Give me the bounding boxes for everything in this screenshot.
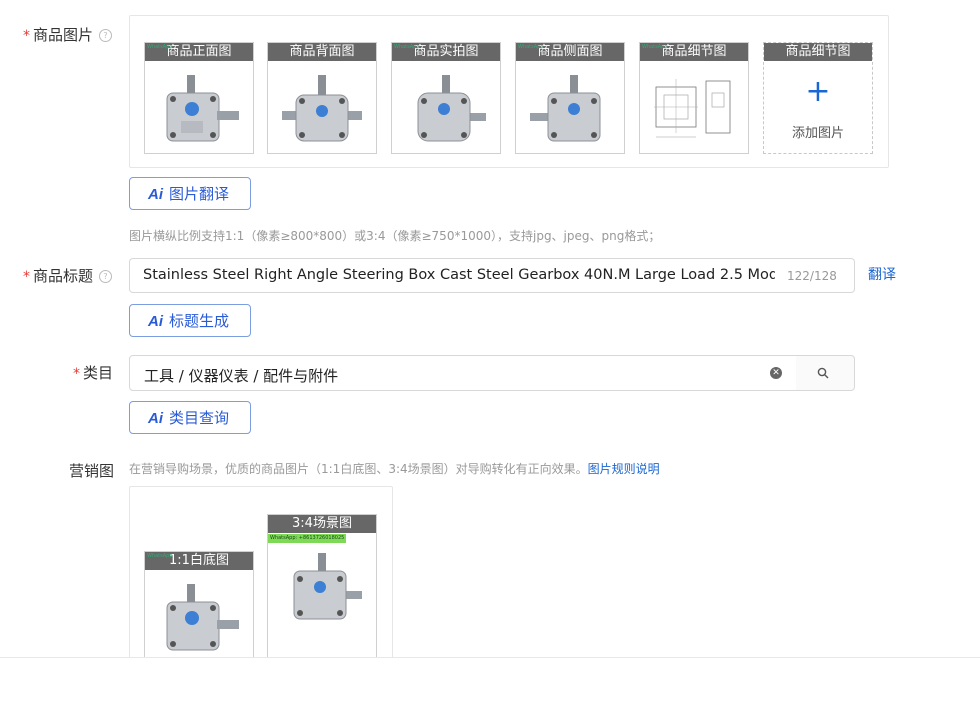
ai-icon: Ai — [148, 313, 163, 330]
bottom-panel — [0, 657, 980, 722]
image-translate-button[interactable]: Ai 图片翻译 — [129, 177, 251, 210]
title-generate-button[interactable]: Ai 标题生成 — [129, 304, 251, 337]
add-image-button[interactable]: 商品细节图 + 添加图片 — [763, 42, 873, 154]
category-query-button[interactable]: Ai 类目查询 — [129, 401, 251, 434]
category-select[interactable]: 工具 / 仪器仪表 / 配件与附件 ✕ — [129, 355, 797, 391]
marketing-images-label: 营销图 — [69, 462, 115, 480]
title-input-value[interactable]: Stainless Steel Right Angle Steering Box… — [143, 267, 775, 283]
gearbox-image — [293, 553, 362, 620]
product-image-tile[interactable]: WhatsApp 商品细节图 — [639, 42, 749, 154]
title-input[interactable]: Stainless Steel Right Angle Steering Box… — [129, 258, 855, 293]
marketing-image-tile-portrait[interactable]: 3:4场景图 WhatsApp: +8613726018025 — [267, 514, 377, 673]
product-image-tile[interactable]: WhatsApp 商品实拍图 — [391, 42, 501, 154]
search-icon — [817, 367, 829, 379]
product-image-tile[interactable]: WhatsApp 商品正面图 — [144, 42, 254, 154]
category-label: * 类目 — [73, 364, 114, 382]
marketing-image-tile-square[interactable]: WhatsApp 1:1白底图 — [144, 551, 254, 673]
plus-icon: + — [805, 74, 831, 109]
help-icon[interactable]: ? — [99, 270, 113, 283]
product-images-label: * 商品图片? — [23, 24, 113, 45]
category-search-button[interactable] — [796, 355, 855, 391]
image-requirements-hint: 图片横纵比例支持1:1（像素≥800*800）或3:4（像素≥750*1000）… — [129, 229, 661, 243]
gearbox-image — [166, 584, 239, 651]
clear-icon[interactable]: ✕ — [770, 367, 782, 379]
gearbox-image — [282, 75, 362, 142]
gearbox-image — [417, 75, 486, 142]
gearbox-image — [166, 75, 239, 142]
product-images-panel: WhatsApp 商品正面图 商品背面图 WhatsApp 商品实拍图 What… — [129, 15, 889, 168]
title-label: * 商品标题? — [23, 265, 113, 286]
ai-icon: Ai — [148, 186, 163, 203]
product-image-tile[interactable]: 商品背面图 — [267, 42, 377, 154]
help-icon[interactable]: ? — [99, 29, 113, 42]
image-rules-link[interactable]: 图片规则说明 — [588, 462, 660, 476]
whatsapp-banner: WhatsApp: +8613726018025 — [268, 534, 346, 543]
technical-drawing-image — [654, 79, 731, 138]
marketing-hint: 在营销导购场景，优质的商品图片（1:1白底图、3:4场景图）对导购转化有正向效果… — [129, 462, 660, 476]
gearbox-image — [530, 75, 601, 142]
ai-icon: Ai — [148, 410, 163, 427]
product-image-tile[interactable]: WhatsApp 商品侧面图 — [515, 42, 625, 154]
category-value: 工具 / 仪器仪表 / 配件与附件 — [144, 367, 339, 385]
title-char-counter: 122/128 — [787, 269, 837, 283]
translate-link[interactable]: 翻译 — [868, 264, 896, 284]
